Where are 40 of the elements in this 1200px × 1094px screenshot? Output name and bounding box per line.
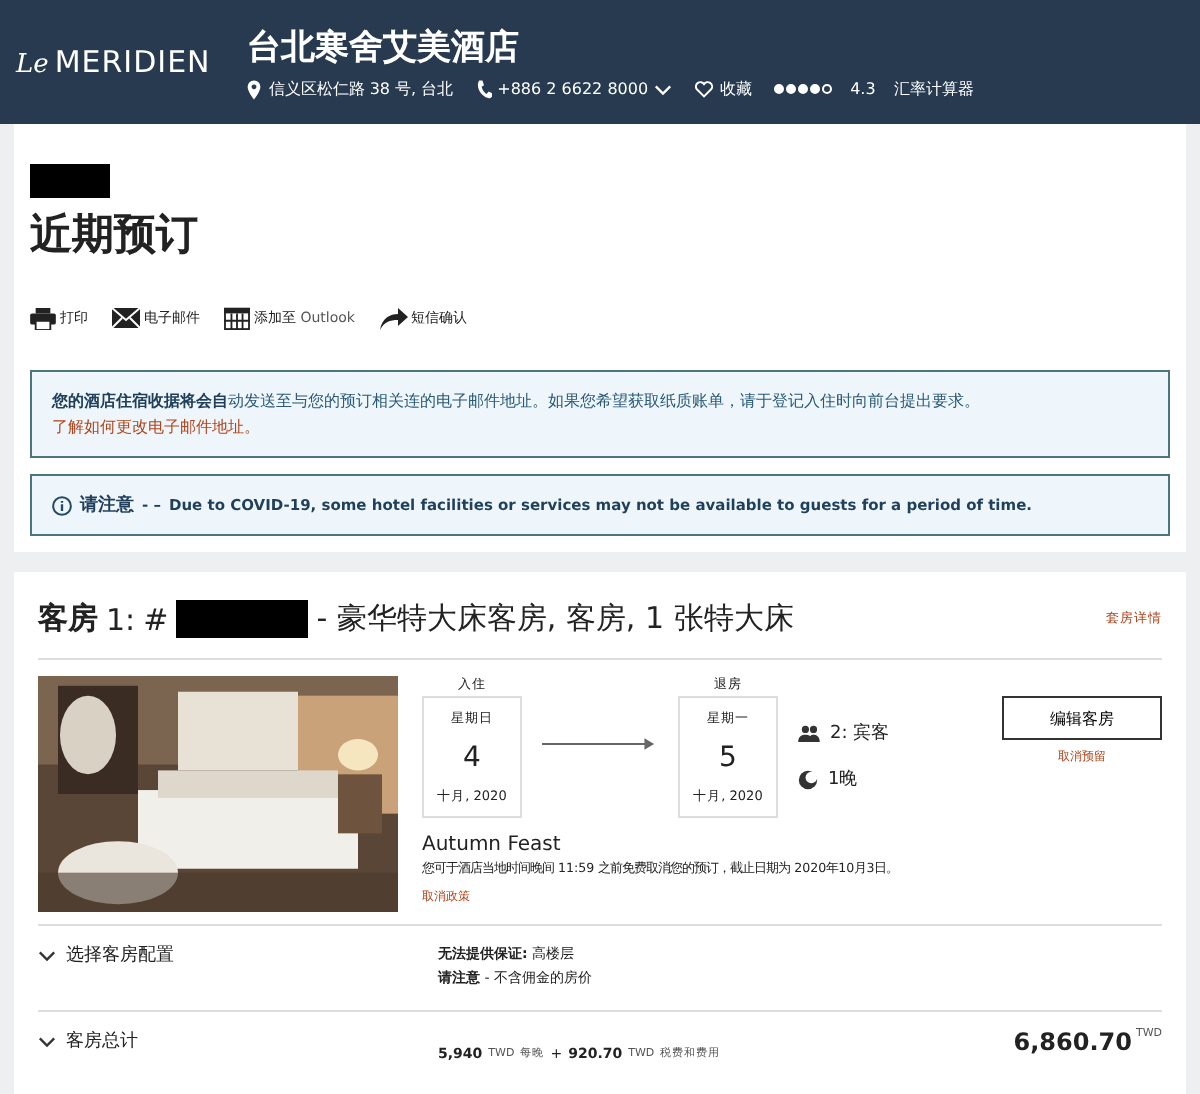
room-title: - 豪华特大床客房, 客房, 1 张特大床: [316, 600, 794, 638]
receipt-info-message: 您的酒店住宿收据将会自动发送至与您的预订相关连的电子邮件地址。如果您希望获取纸质账单，请于登记入住时向前台提出要求。 了解如何更改电子邮件地址。: [30, 370, 1170, 458]
room-options-toggle[interactable]: 选择客房配置: [66, 942, 174, 968]
hotel-address: 信义区松仁路 38 号, 台北: [268, 78, 454, 100]
favorite-link[interactable]: 收藏: [720, 78, 753, 100]
share-arrow-icon[interactable]: [379, 306, 407, 330]
rating-value: 4.3: [850, 80, 876, 98]
hotel-phone[interactable]: +886 2 6622 8000: [497, 80, 649, 98]
redaction-bar: [176, 600, 309, 638]
hash-sign: #: [143, 601, 169, 637]
total-price: 6,860.70: [1013, 1028, 1132, 1056]
chevron-down-icon[interactable]: [38, 949, 56, 961]
heart-icon[interactable]: [694, 80, 715, 98]
envelope-icon[interactable]: [112, 308, 140, 328]
change-email-link[interactable]: 了解如何更改电子邮件地址。: [52, 418, 260, 436]
logo-text: MERIDIEN: [54, 44, 211, 80]
day-number: 5: [719, 741, 737, 773]
day-number: 4: [463, 741, 481, 773]
edit-room-button[interactable]: 编辑客房: [1002, 696, 1162, 740]
room-total-toggle[interactable]: 客房总计: [66, 1028, 138, 1054]
calendar-icon[interactable]: [224, 306, 250, 330]
guests-icon: [798, 724, 820, 742]
page-title: 近期预订: [30, 208, 200, 262]
redaction-bar: [30, 164, 110, 198]
moon-icon: [798, 769, 818, 789]
logo-script: Le: [16, 50, 49, 80]
info-icon: [52, 495, 72, 515]
night-count: 1晚: [828, 767, 858, 792]
notice-label: 请注意: [80, 492, 134, 518]
room-number: 1:: [106, 601, 136, 637]
chevron-down-icon[interactable]: [38, 1035, 56, 1047]
currency-link[interactable]: 汇率计算器: [893, 78, 974, 100]
room-label: 客房: [38, 600, 98, 638]
printer-icon[interactable]: [30, 307, 56, 329]
guest-count: 2: 宾客: [830, 721, 890, 746]
location-pin-icon: [246, 79, 263, 99]
hotel-name: 台北寒舍艾美酒店: [246, 26, 521, 70]
arrow-icon: [542, 736, 658, 752]
phone-icon: [475, 79, 492, 99]
rate-name: Autumn Feast: [422, 834, 563, 856]
